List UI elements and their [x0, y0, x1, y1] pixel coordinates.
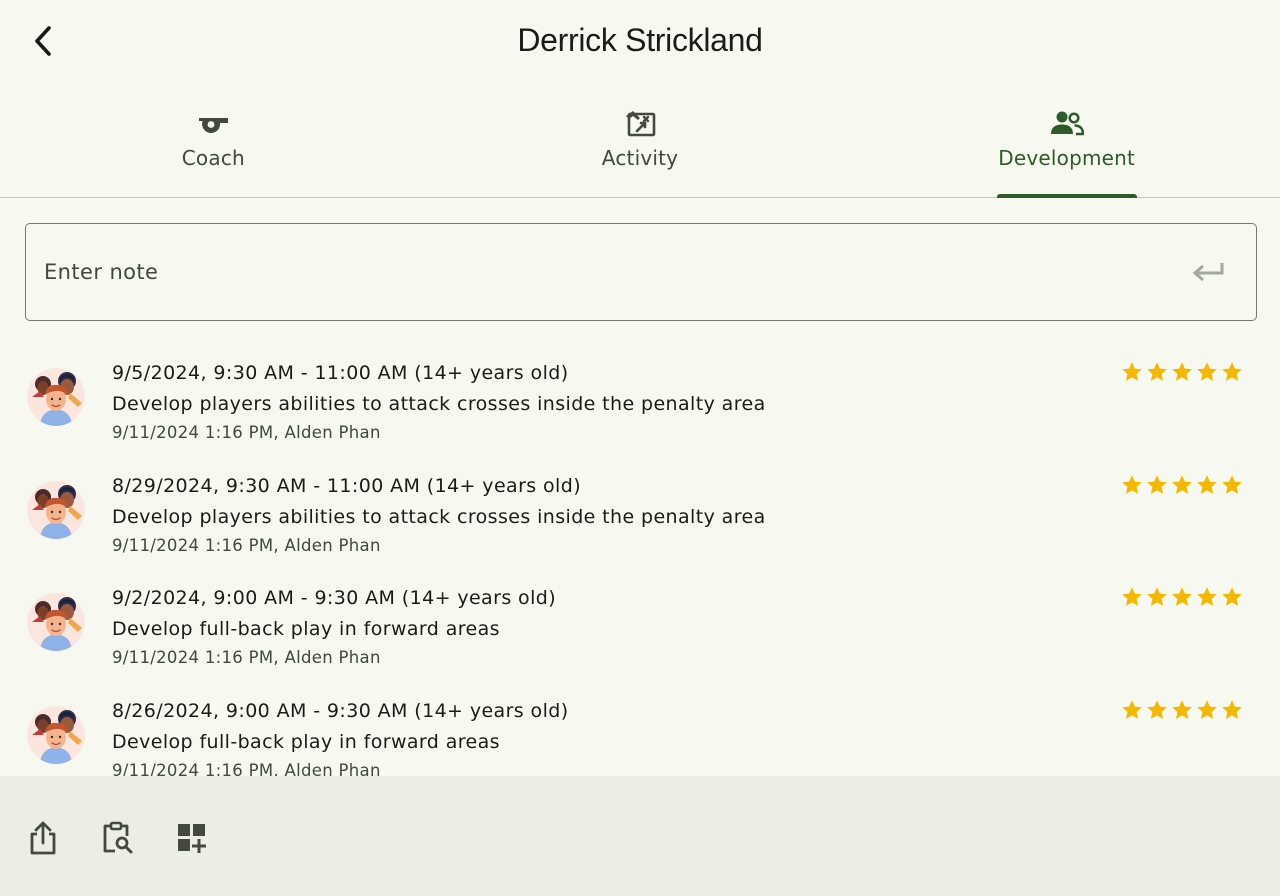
note-date: 9/5/2024, 9:30 AM - 11:00 AM (14+ years …: [112, 362, 569, 384]
star-rating: [1120, 473, 1244, 497]
note-text: Develop players abilities to attack cros…: [112, 505, 766, 528]
whistle-icon: [196, 108, 230, 138]
tab-label: Coach: [181, 146, 245, 170]
star-icon[interactable]: [1170, 698, 1194, 722]
star-icon[interactable]: [1145, 473, 1169, 497]
star-icon[interactable]: [1170, 473, 1194, 497]
tab-activity[interactable]: Activity: [427, 84, 854, 197]
star-icon[interactable]: [1145, 585, 1169, 609]
tab-label: Development: [998, 146, 1136, 170]
note-text: Develop full-back play in forward areas: [112, 730, 500, 753]
note-meta: 9/11/2024 1:16 PM, Alden Phan: [112, 535, 381, 555]
note-text: Develop players abilities to attack cros…: [112, 393, 766, 415]
star-icon[interactable]: [1145, 360, 1169, 384]
share-button[interactable]: [21, 816, 65, 860]
star-icon[interactable]: [1195, 698, 1219, 722]
group-avatar-icon: [26, 592, 86, 652]
note-input[interactable]: [26, 224, 1176, 320]
note-meta: 9/11/2024 1:16 PM, Alden Phan: [112, 760, 381, 777]
star-rating: [1120, 698, 1244, 722]
page-title: Derrick Strickland: [517, 22, 763, 58]
star-rating: [1120, 360, 1244, 384]
tab-label: Activity: [601, 146, 679, 170]
list-item[interactable]: 9/5/2024, 9:30 AM - 11:00 AM (14+ years …: [0, 340, 1280, 453]
list-item[interactable]: 9/2/2024, 9:00 AM - 9:30 AM (14+ years o…: [0, 565, 1280, 678]
list-item[interactable]: 8/26/2024, 9:00 AM - 9:30 AM (14+ years …: [0, 678, 1280, 777]
star-icon[interactable]: [1220, 698, 1244, 722]
note-meta: 9/11/2024 1:16 PM, Alden Phan: [112, 423, 381, 442]
note-date: 8/29/2024, 9:30 AM - 11:00 AM (14+ years…: [112, 474, 582, 497]
star-icon[interactable]: [1120, 585, 1144, 609]
keyboard-return-icon: [1192, 263, 1224, 282]
note-date: 8/26/2024, 9:00 AM - 9:30 AM (14+ years …: [112, 699, 569, 722]
star-icon[interactable]: [1120, 360, 1144, 384]
submit-note-button[interactable]: [1190, 256, 1226, 288]
add-widget-icon: [178, 824, 206, 853]
people-icon: [1050, 108, 1084, 138]
list-item[interactable]: 8/29/2024, 9:30 AM - 11:00 AM (14+ years…: [0, 453, 1280, 566]
star-icon[interactable]: [1220, 585, 1244, 609]
note-input-field: [25, 223, 1257, 321]
star-icon[interactable]: [1195, 585, 1219, 609]
star-icon[interactable]: [1170, 585, 1194, 609]
star-rating: [1120, 585, 1244, 609]
active-tab-indicator: [996, 194, 1137, 198]
tab-development[interactable]: Development: [853, 84, 1280, 198]
note-meta: 9/11/2024 1:16 PM, Alden Phan: [112, 648, 381, 667]
note-text: Develop full-back play in forward areas: [112, 618, 500, 640]
clipboard-search-button[interactable]: [96, 816, 140, 860]
bottom-app-bar: [0, 776, 1280, 896]
star-icon[interactable]: [1120, 473, 1144, 497]
note-date: 9/2/2024, 9:00 AM - 9:30 AM (14+ years o…: [112, 587, 557, 609]
clipboard-search-icon: [103, 821, 133, 854]
share-icon: [30, 821, 56, 855]
star-icon[interactable]: [1220, 473, 1244, 497]
group-avatar-icon: [26, 367, 86, 427]
star-icon[interactable]: [1195, 473, 1219, 497]
star-icon[interactable]: [1120, 698, 1144, 722]
star-icon[interactable]: [1145, 698, 1169, 722]
group-avatar-icon: [26, 480, 86, 540]
star-icon[interactable]: [1170, 360, 1194, 384]
tactics-board-icon: [623, 108, 657, 138]
star-icon[interactable]: [1220, 360, 1244, 384]
add-widget-button[interactable]: [170, 816, 214, 860]
tab-coach[interactable]: Coach: [0, 84, 427, 197]
star-icon[interactable]: [1195, 360, 1219, 384]
notes-list: 9/5/2024, 9:30 AM - 11:00 AM (14+ years …: [0, 340, 1280, 776]
group-avatar-icon: [26, 705, 86, 765]
top-app-bar: Derrick Strickland: [0, 0, 1280, 84]
tab-bar: Coach Activity Development: [0, 84, 1280, 198]
